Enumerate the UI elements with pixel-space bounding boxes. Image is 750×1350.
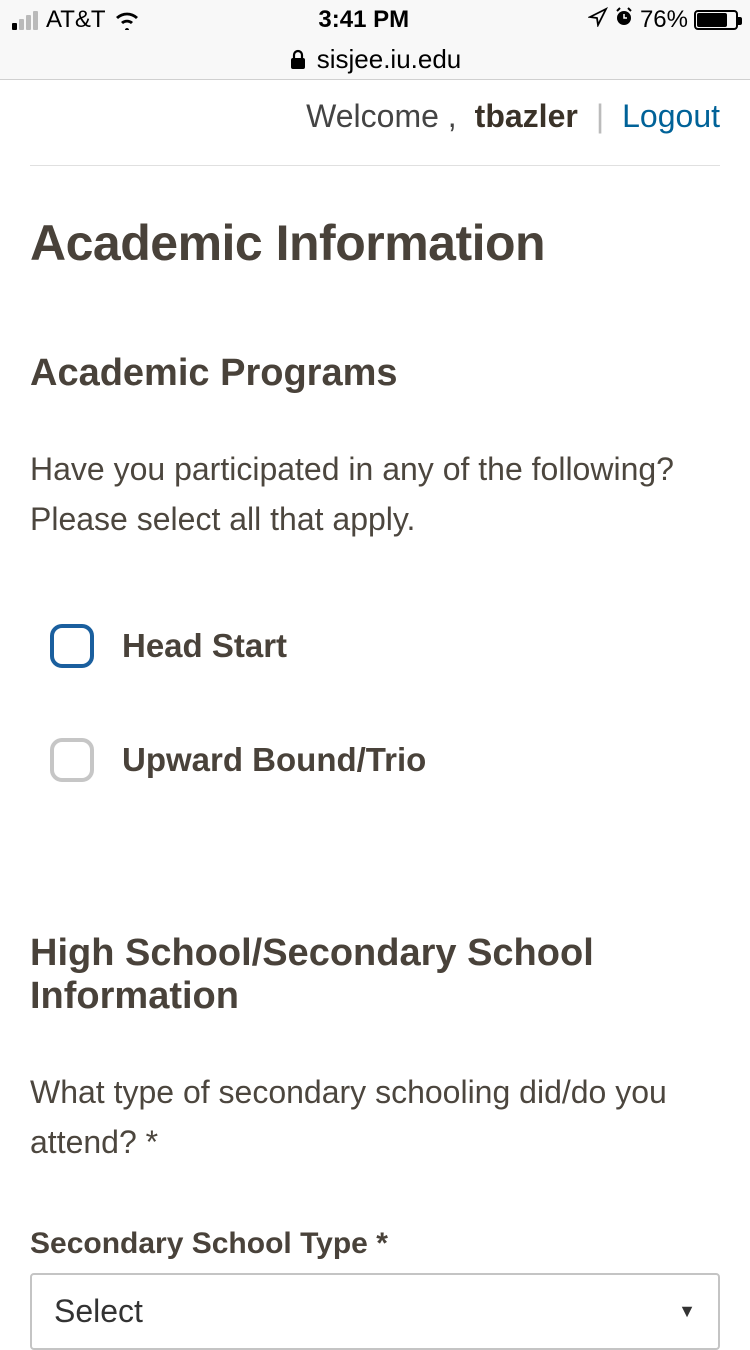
username: tbazler <box>475 98 578 135</box>
status-bar: AT&T 3:41 PM 76% <box>0 0 750 40</box>
location-icon <box>588 6 608 34</box>
checkbox-label: Upward Bound/Trio <box>122 741 426 779</box>
chevron-down-icon: ▼ <box>678 1301 696 1322</box>
logout-link[interactable]: Logout <box>622 98 720 135</box>
secondary-school-type-select[interactable]: Select ▼ <box>30 1273 720 1350</box>
page-content: Welcome , tbazler | Logout Academic Info… <box>0 80 750 1350</box>
highschool-question: What type of secondary schooling did/do … <box>30 1068 720 1167</box>
checkbox-upward-bound[interactable] <box>50 738 94 782</box>
welcome-row: Welcome , tbazler | Logout <box>30 80 720 166</box>
carrier-label: AT&T <box>46 6 106 34</box>
secondary-school-type-label: Secondary School Type * <box>30 1227 720 1261</box>
status-left: AT&T <box>12 6 140 34</box>
select-value: Select <box>54 1293 143 1330</box>
checkbox-label: Head Start <box>122 627 287 665</box>
welcome-text: Welcome , <box>306 98 457 135</box>
programs-question: Have you participated in any of the foll… <box>30 445 720 544</box>
alarm-icon <box>614 6 634 34</box>
lock-icon <box>289 49 307 71</box>
checkbox-head-start[interactable] <box>50 624 94 668</box>
status-time: 3:41 PM <box>318 6 409 34</box>
browser-url-bar[interactable]: sisjee.iu.edu <box>0 40 750 80</box>
checkbox-row-head-start[interactable]: Head Start <box>30 614 720 678</box>
divider: | <box>596 98 604 135</box>
section-programs-heading: Academic Programs <box>30 352 720 395</box>
checkbox-row-upward-bound[interactable]: Upward Bound/Trio <box>30 728 720 792</box>
page-title: Academic Information <box>30 214 720 272</box>
battery-icon <box>694 10 738 30</box>
battery-pct: 76% <box>640 6 688 34</box>
status-right: 76% <box>588 6 738 34</box>
url-text: sisjee.iu.edu <box>317 44 462 75</box>
section-highschool-heading: High School/Secondary School Information <box>30 932 720 1018</box>
wifi-icon <box>114 10 140 30</box>
signal-icon <box>12 11 38 30</box>
